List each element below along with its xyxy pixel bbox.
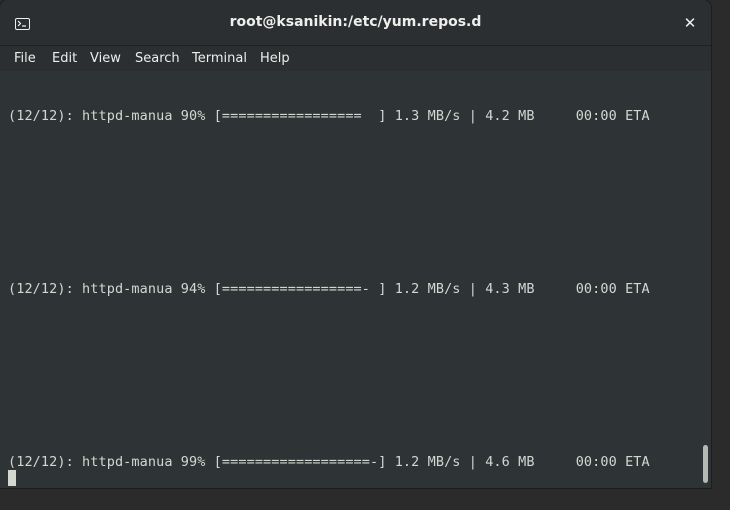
window-title: root@ksanikin:/etc/yum.repos.d	[229, 14, 482, 30]
output-line: (12/12): httpd-manua 94% [==============…	[8, 281, 650, 297]
terminal-output[interactable]: (12/12): httpd-manua 90% [==============…	[0, 72, 711, 488]
output-line: (12/12): httpd-manua 99% [==============…	[8, 454, 650, 470]
close-icon[interactable]: ✕	[680, 13, 700, 33]
terminal-window: root@ksanikin:/etc/yum.repos.d ✕ File Ed…	[0, 0, 711, 488]
menu-terminal[interactable]: Terminal	[187, 46, 252, 71]
scrollbar-thumb[interactable]	[703, 445, 708, 483]
menu-bar: File Edit View Search Terminal Help	[0, 46, 711, 71]
menu-file[interactable]: File	[9, 46, 41, 71]
menu-help[interactable]: Help	[255, 46, 295, 71]
text-cursor	[8, 470, 16, 486]
title-bar[interactable]: root@ksanikin:/etc/yum.repos.d ✕	[0, 0, 711, 46]
menu-edit[interactable]: Edit	[47, 46, 82, 71]
menu-view[interactable]: View	[85, 46, 126, 71]
output-line: (12/12): httpd-manua 90% [==============…	[8, 108, 650, 124]
menu-search[interactable]: Search	[130, 46, 185, 71]
